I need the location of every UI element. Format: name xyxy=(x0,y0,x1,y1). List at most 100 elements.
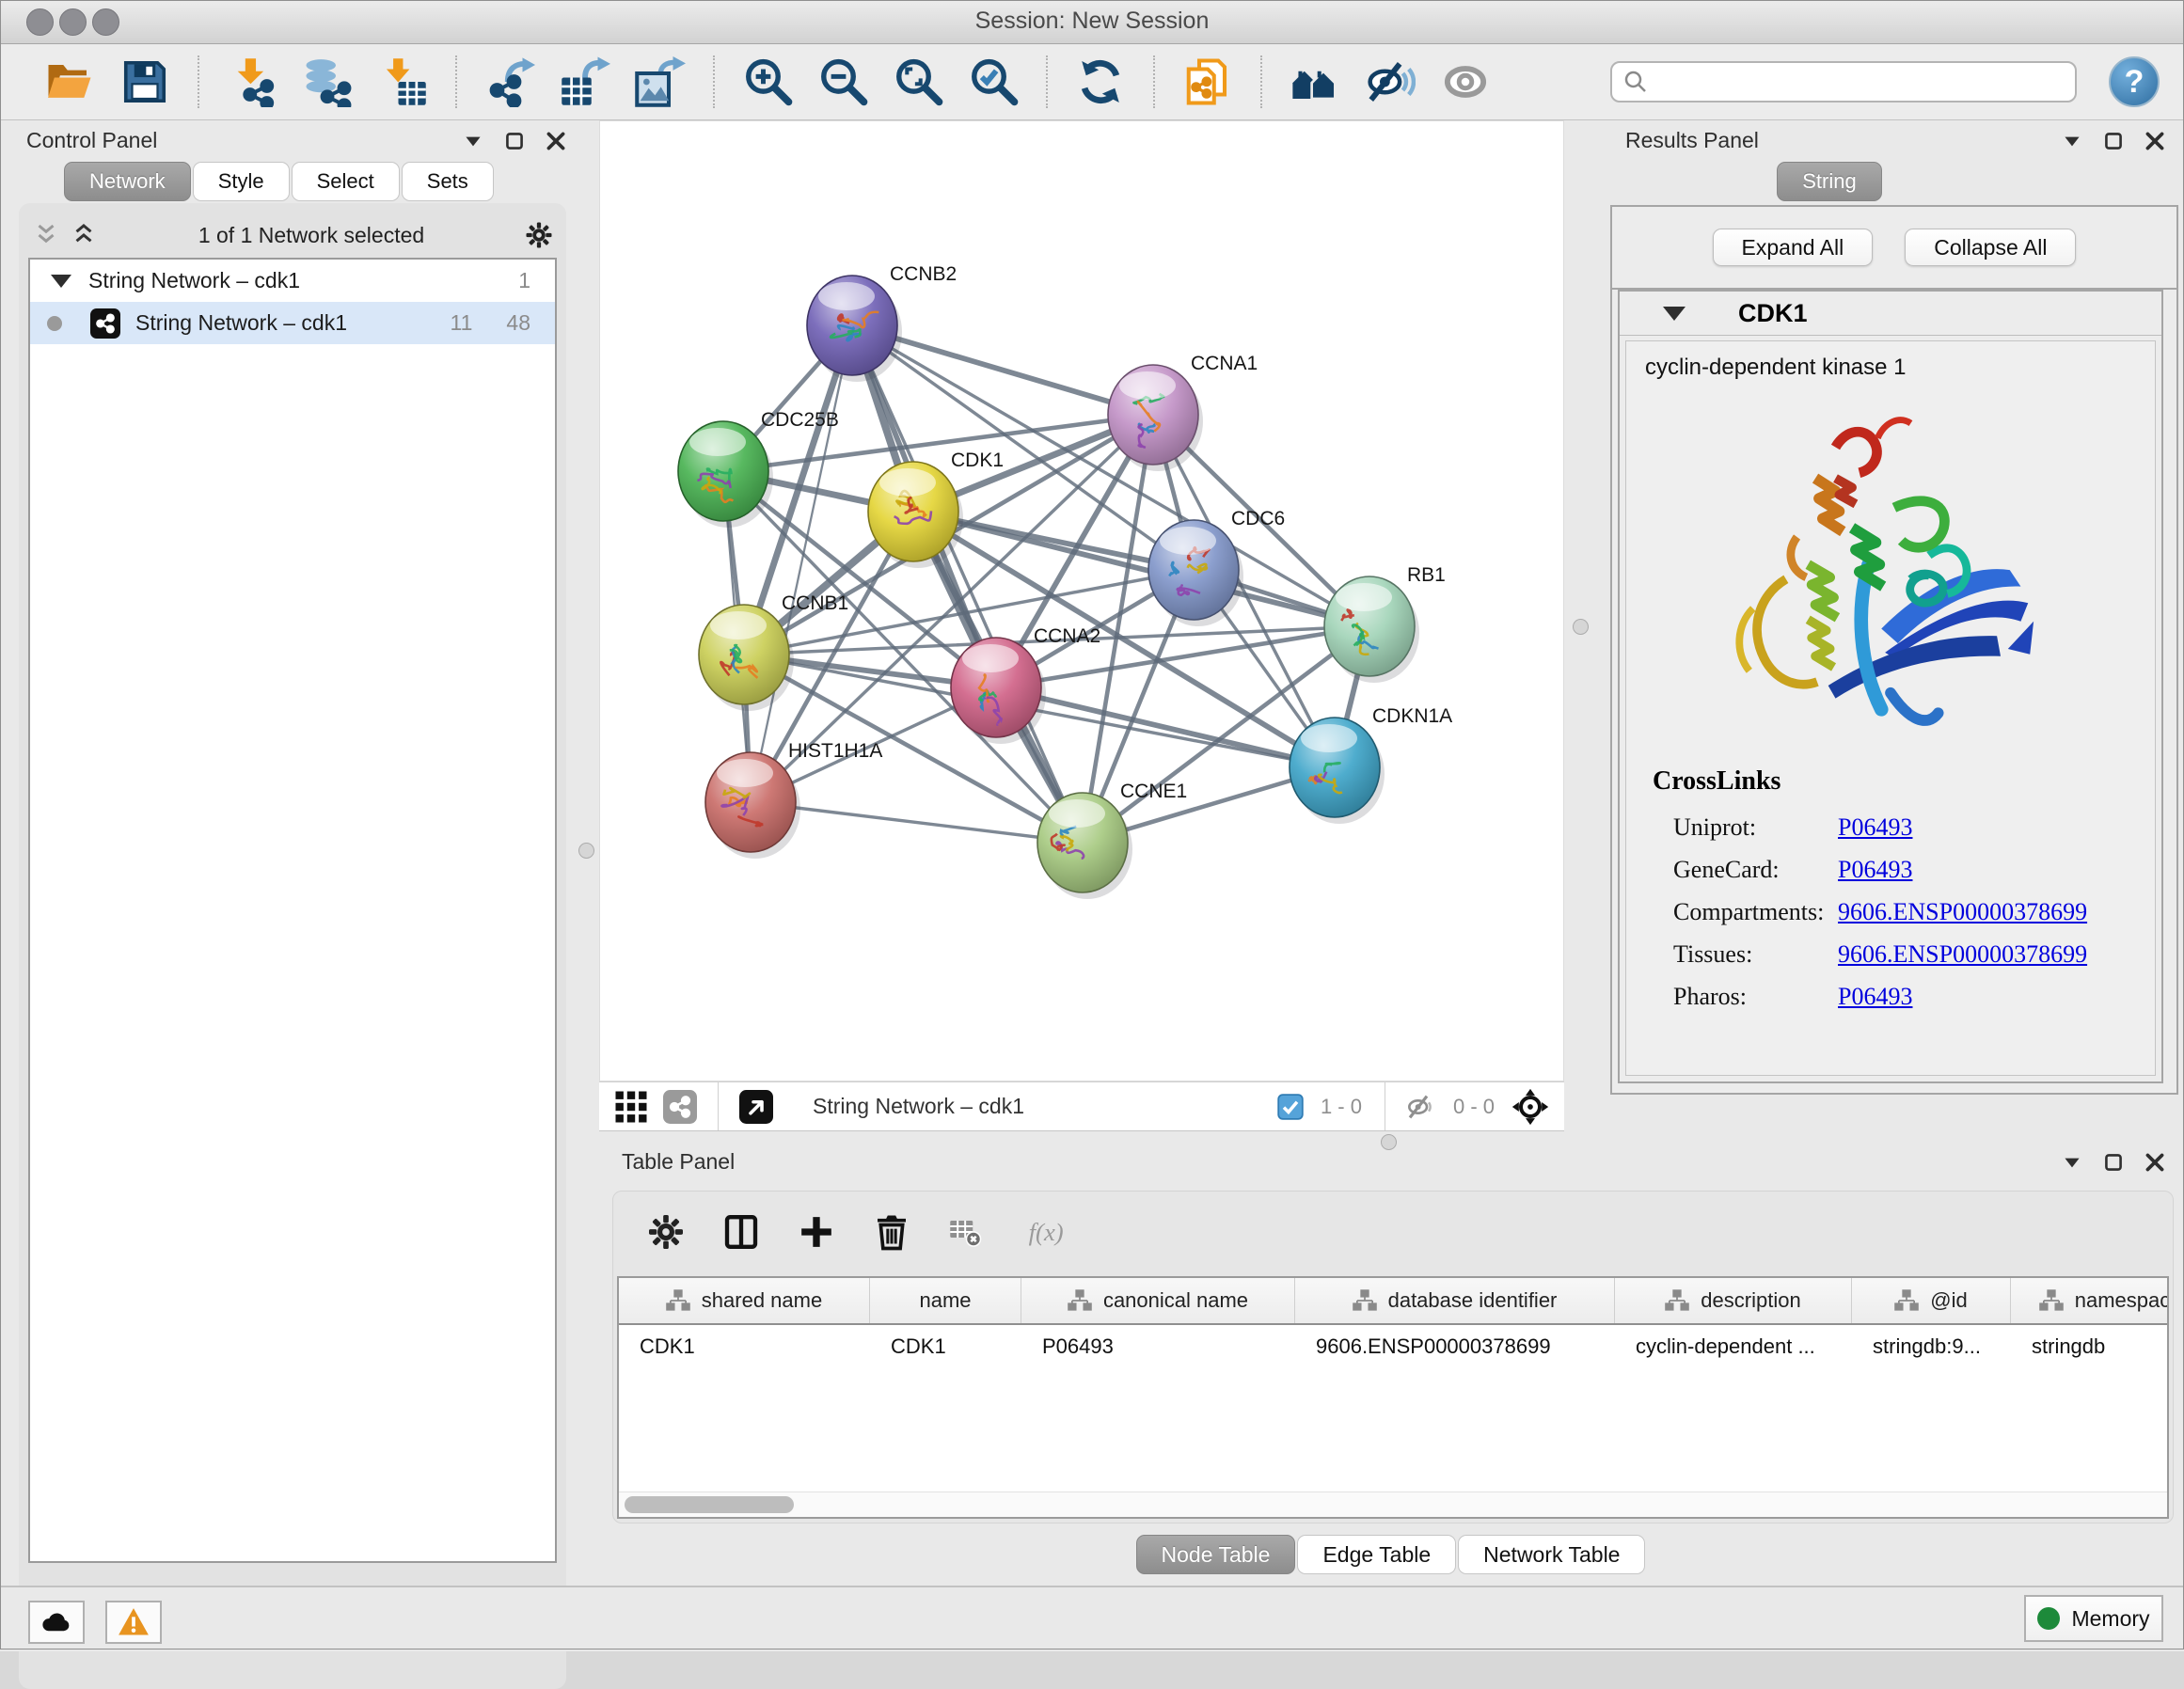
table-cell[interactable]: P06493 xyxy=(1021,1334,1295,1359)
import-database-button[interactable] xyxy=(298,53,356,111)
horizontal-scrollbar[interactable] xyxy=(619,1492,2167,1517)
fit-crosshair-icon[interactable] xyxy=(1511,1088,1549,1126)
tab-network-table[interactable]: Network Table xyxy=(1458,1535,1645,1574)
tab-select[interactable]: Select xyxy=(292,162,400,201)
panel-float-icon[interactable] xyxy=(2101,129,2126,153)
panel-close-icon[interactable] xyxy=(544,129,568,153)
network-node-CCNE1[interactable] xyxy=(1037,793,1132,899)
expand-all-icon[interactable] xyxy=(70,221,98,249)
splitter-grip[interactable] xyxy=(578,843,594,859)
table-cell[interactable]: stringdb xyxy=(2011,1334,2169,1359)
network-node-CCNB2[interactable] xyxy=(807,276,902,382)
export-image-button[interactable] xyxy=(631,53,689,111)
crosslink-link[interactable]: 9606.ENSP00000378699 xyxy=(1838,891,2087,933)
column-header-canonical-name[interactable]: canonical name xyxy=(1021,1278,1295,1323)
column-header-database-identifier[interactable]: database identifier xyxy=(1295,1278,1615,1323)
node-details-scroll[interactable]: CDK1 cyclin-dependent kinase 1 xyxy=(1618,290,2163,1083)
table-cell[interactable]: stringdb:9... xyxy=(1852,1334,2011,1359)
export-network-button[interactable] xyxy=(481,53,539,111)
network-node-CDK1[interactable] xyxy=(868,462,963,568)
network-node-CDC25B[interactable] xyxy=(678,421,773,528)
panel-menu-icon[interactable] xyxy=(2060,1150,2084,1175)
table-cell[interactable]: CDK1 xyxy=(619,1334,870,1359)
zoom-selected-button[interactable] xyxy=(964,53,1022,111)
network-node-RB1[interactable] xyxy=(1324,576,1419,683)
hide-button[interactable] xyxy=(1361,53,1419,111)
warnings-button[interactable] xyxy=(105,1601,162,1644)
show-button[interactable] xyxy=(1436,53,1495,111)
home-button[interactable] xyxy=(1286,53,1344,111)
crosslink-row: GeneCard:P06493 xyxy=(1653,848,2155,891)
crosslink-link[interactable]: P06493 xyxy=(1838,848,1912,891)
import-network-button[interactable] xyxy=(223,53,281,111)
crosslink-link[interactable]: P06493 xyxy=(1838,806,1912,848)
birds-eye-grid-icon[interactable] xyxy=(614,1090,648,1124)
zoom-out-icon xyxy=(817,56,868,107)
panel-menu-icon[interactable] xyxy=(2060,129,2084,153)
panel-close-icon[interactable] xyxy=(2143,129,2167,153)
search-input[interactable] xyxy=(1650,64,2075,100)
selected-checkbox-icon[interactable] xyxy=(1277,1094,1304,1120)
cloud-status-button[interactable] xyxy=(28,1601,85,1644)
search-box[interactable] xyxy=(1610,61,2077,103)
tab-network[interactable]: Network xyxy=(64,162,191,201)
collapse-all-button[interactable]: Collapse All xyxy=(1905,229,2076,266)
delete-column-icon[interactable] xyxy=(873,1213,910,1251)
network-canvas[interactable]: CCNB2CCNA1CDC25BCDK1CDC6RB1CCNB1CCNA2CDK… xyxy=(599,120,1564,1081)
copy-network-button[interactable] xyxy=(1179,53,1237,111)
network-node-CCNA2[interactable] xyxy=(951,638,1046,744)
add-column-icon[interactable] xyxy=(798,1213,835,1251)
collection-expand-icon[interactable] xyxy=(51,275,71,288)
network-graph[interactable]: CCNB2CCNA1CDC25BCDK1CDC6RB1CCNB1CCNA2CDK… xyxy=(600,121,1563,1081)
gene-section-header[interactable]: CDK1 xyxy=(1620,292,2161,336)
splitter-grip[interactable] xyxy=(1573,619,1589,635)
expand-all-button[interactable]: Expand All xyxy=(1713,229,1874,266)
panel-float-icon[interactable] xyxy=(502,129,527,153)
gear-icon[interactable] xyxy=(525,221,553,249)
show-icon xyxy=(1440,56,1491,107)
column-header-description[interactable]: description xyxy=(1615,1278,1852,1323)
table-cell[interactable]: CDK1 xyxy=(870,1334,1021,1359)
help-button[interactable]: ? xyxy=(2109,56,2160,107)
network-collection-row[interactable]: String Network – cdk1 1 xyxy=(30,260,555,302)
collapse-all-icon[interactable] xyxy=(32,221,60,249)
network-edge[interactable] xyxy=(852,325,1083,843)
tab-style[interactable]: Style xyxy=(193,162,290,201)
column-header-shared-name[interactable]: shared name xyxy=(619,1278,870,1323)
network-node-CCNA1[interactable] xyxy=(1108,365,1203,471)
gene-collapse-icon[interactable] xyxy=(1663,307,1685,321)
zoom-fit-button[interactable] xyxy=(889,53,947,111)
column-header-namespac[interactable]: namespac xyxy=(2011,1278,2169,1323)
detach-view-icon[interactable] xyxy=(739,1090,773,1124)
network-row[interactable]: String Network – cdk1 11 48 xyxy=(30,302,555,344)
tab-string[interactable]: String xyxy=(1777,162,1881,201)
memory-button[interactable]: Memory xyxy=(2024,1595,2163,1642)
open-session-button[interactable] xyxy=(40,53,99,111)
column-header-@id[interactable]: @id xyxy=(1852,1278,2011,1323)
table-cell[interactable]: 9606.ENSP00000378699 xyxy=(1295,1334,1615,1359)
save-session-button[interactable] xyxy=(116,53,174,111)
panel-float-icon[interactable] xyxy=(2101,1150,2126,1175)
zoom-out-button[interactable] xyxy=(814,53,872,111)
export-table-button[interactable] xyxy=(556,53,614,111)
table-settings-gear-icon[interactable] xyxy=(647,1213,685,1251)
hidden-eye-icon[interactable] xyxy=(1406,1092,1436,1122)
scrollbar-thumb[interactable] xyxy=(625,1496,794,1513)
zoom-in-button[interactable] xyxy=(738,53,797,111)
tab-sets[interactable]: Sets xyxy=(402,162,494,201)
import-table-button[interactable] xyxy=(373,53,432,111)
crosslink-link[interactable]: 9606.ENSP00000378699 xyxy=(1838,933,2087,975)
crosslink-link[interactable]: P06493 xyxy=(1838,975,1912,1018)
panel-close-icon[interactable] xyxy=(2143,1150,2167,1175)
refresh-button[interactable] xyxy=(1071,53,1130,111)
column-header-name[interactable]: name xyxy=(870,1278,1021,1323)
network-edge[interactable] xyxy=(996,687,1335,767)
tab-node-table[interactable]: Node Table xyxy=(1136,1535,1296,1574)
network-node-CDKN1A[interactable] xyxy=(1290,718,1385,824)
network-node-CDC6[interactable] xyxy=(1148,520,1243,626)
panel-menu-icon[interactable] xyxy=(461,129,485,153)
show-columns-icon[interactable] xyxy=(722,1213,760,1251)
table-cell[interactable]: cyclin-dependent ... xyxy=(1615,1334,1852,1359)
tab-edge-table[interactable]: Edge Table xyxy=(1297,1535,1456,1574)
table-row[interactable]: CDK1CDK1P064939606.ENSP00000378699cyclin… xyxy=(619,1325,2167,1368)
